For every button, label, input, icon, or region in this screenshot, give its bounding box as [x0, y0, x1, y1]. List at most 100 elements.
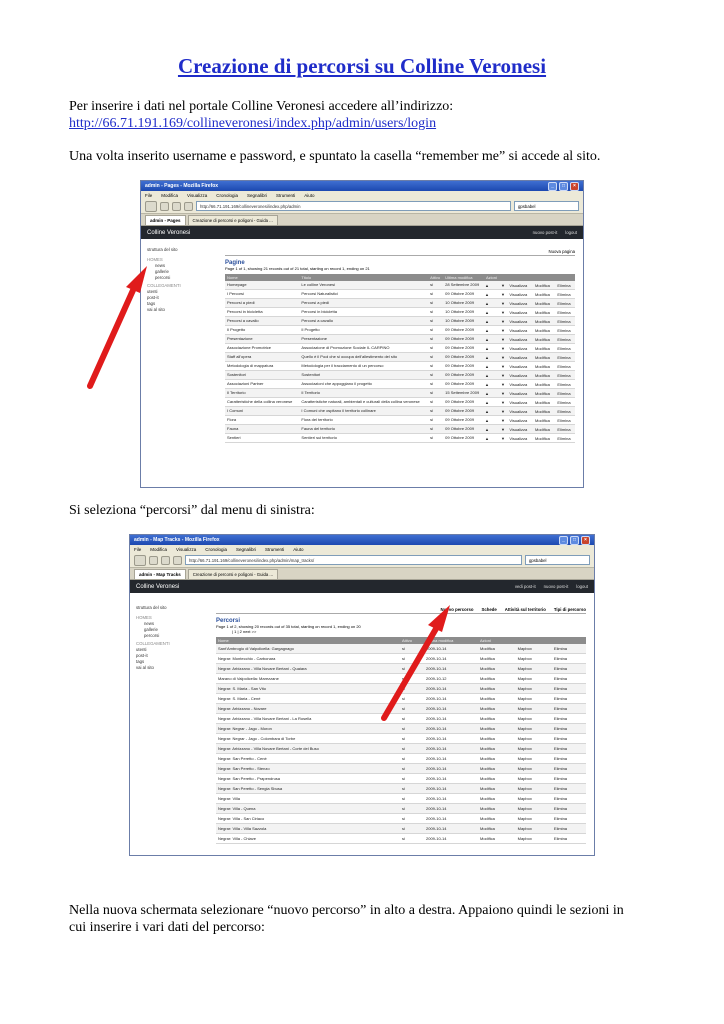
action-edit-link[interactable]: Modifica [478, 753, 516, 764]
action-delete-link[interactable]: Elimina [554, 433, 575, 443]
action-edit-link[interactable]: Modifica [478, 663, 516, 674]
move-up-icon[interactable]: ▲ [483, 388, 500, 398]
url-bar[interactable]: http://66.71.191.169/collineveronesi/ind… [185, 555, 522, 565]
action-delete-link[interactable]: Elimina [551, 783, 586, 794]
forward-icon[interactable] [160, 201, 169, 211]
action-mapbox-link[interactable]: Mapbox [515, 644, 552, 654]
menu-item[interactable]: File [134, 547, 141, 552]
menu-item[interactable]: Aiuto [293, 547, 303, 552]
action-edit-link[interactable]: Modifica [532, 352, 555, 362]
menu-item[interactable]: File [145, 193, 152, 198]
action-delete-link[interactable]: Elimina [551, 793, 586, 804]
move-up-icon[interactable]: ▲ [483, 397, 500, 407]
action-edit-link[interactable]: Modifica [478, 703, 516, 714]
action-view-link[interactable]: Visualizza [506, 334, 532, 344]
action-edit-link[interactable]: Modifica [532, 325, 555, 335]
action-delete-link[interactable]: Elimina [554, 370, 575, 380]
new-postit-link[interactable]: nuovo post-it [544, 584, 569, 589]
action-edit-link[interactable]: Modifica [532, 379, 555, 389]
action-delete-link[interactable]: Elimina [551, 683, 586, 694]
url-bar[interactable]: http://66.71.191.169/collineveronesi/ind… [196, 201, 511, 211]
new-track-link[interactable]: Nuovo percorso [441, 607, 474, 612]
action-edit-link[interactable]: Modifica [532, 424, 555, 434]
action-mapbox-link[interactable]: Mapbox [515, 783, 552, 794]
action-delete-link[interactable]: Elimina [551, 763, 586, 774]
action-delete-link[interactable]: Elimina [551, 713, 586, 724]
action-edit-link[interactable]: Modifica [478, 823, 516, 834]
menu-item[interactable]: Strumenti [265, 547, 284, 552]
action-edit-link[interactable]: Modifica [532, 298, 555, 308]
action-edit-link[interactable]: Modifica [532, 281, 555, 290]
action-delete-link[interactable]: Elimina [551, 663, 586, 674]
minimize-icon[interactable]: _ [559, 535, 568, 545]
action-edit-link[interactable]: Modifica [532, 433, 555, 443]
home-icon[interactable] [184, 201, 193, 211]
action-edit-link[interactable]: Modifica [478, 813, 516, 824]
action-delete-link[interactable]: Elimina [554, 289, 575, 299]
action-delete-link[interactable]: Elimina [551, 733, 586, 744]
action-view-link[interactable]: Visualizza [506, 424, 532, 434]
action-mapbox-link[interactable]: Mapbox [515, 813, 552, 824]
move-up-icon[interactable]: ▲ [483, 361, 500, 371]
activities-link[interactable]: Attività sul territorio [505, 607, 546, 612]
action-edit-link[interactable]: Modifica [478, 733, 516, 744]
action-mapbox-link[interactable]: Mapbox [515, 683, 552, 694]
search-box[interactable]: gpsbabel [514, 201, 579, 211]
menu-item[interactable]: Segnalibri [247, 193, 267, 198]
action-view-link[interactable]: Visualizza [506, 281, 532, 290]
move-up-icon[interactable]: ▲ [483, 343, 500, 353]
action-edit-link[interactable]: Modifica [532, 343, 555, 353]
action-delete-link[interactable]: Elimina [554, 388, 575, 398]
action-edit-link[interactable]: Modifica [478, 793, 516, 804]
action-view-link[interactable]: Visualizza [506, 370, 532, 380]
close-icon[interactable]: × [581, 535, 590, 545]
tab-admin-map-tracks[interactable]: admin - Map Tracks [134, 569, 186, 579]
action-delete-link[interactable]: Elimina [554, 397, 575, 407]
sidebar-item-percorsi[interactable]: percorsi [147, 275, 181, 281]
action-view-link[interactable]: Visualizza [506, 289, 532, 299]
action-mapbox-link[interactable]: Mapbox [515, 733, 552, 744]
sidebar-item-percorsi[interactable]: percorsi [136, 633, 170, 639]
logout-link[interactable]: logout [565, 230, 577, 235]
menu-item[interactable]: Modifica [150, 547, 167, 552]
action-delete-link[interactable]: Elimina [554, 281, 575, 290]
close-icon[interactable]: × [570, 181, 579, 191]
minimize-icon[interactable]: _ [548, 181, 557, 191]
action-delete-link[interactable]: Elimina [551, 703, 586, 714]
maximize-icon[interactable]: □ [559, 181, 568, 191]
action-delete-link[interactable]: Elimina [551, 653, 586, 664]
new-postit-link[interactable]: nuovo post-it [533, 230, 558, 235]
sidebar-item-vai-al-sito[interactable]: vai al sito [136, 665, 170, 671]
action-edit-link[interactable]: Modifica [478, 763, 516, 774]
action-delete-link[interactable]: Elimina [551, 693, 586, 704]
action-edit-link[interactable]: Modifica [532, 307, 555, 317]
menu-item[interactable]: Cronologia [205, 547, 227, 552]
action-view-link[interactable]: Visualizza [506, 325, 532, 335]
action-edit-link[interactable]: Modifica [478, 833, 516, 844]
menu-item[interactable]: Strumenti [276, 193, 295, 198]
action-edit-link[interactable]: Modifica [478, 644, 516, 654]
action-delete-link[interactable]: Elimina [551, 743, 586, 754]
action-delete-link[interactable]: Elimina [551, 803, 586, 814]
action-delete-link[interactable]: Elimina [551, 723, 586, 734]
action-edit-link[interactable]: Modifica [532, 388, 555, 398]
action-delete-link[interactable]: Elimina [554, 307, 575, 317]
action-delete-link[interactable]: Elimina [554, 298, 575, 308]
reload-icon[interactable] [161, 555, 170, 565]
action-mapbox-link[interactable]: Mapbox [515, 713, 552, 724]
action-delete-link[interactable]: Elimina [551, 753, 586, 764]
action-edit-link[interactable]: Modifica [532, 397, 555, 407]
maximize-icon[interactable]: □ [570, 535, 579, 545]
action-edit-link[interactable]: Modifica [478, 713, 516, 724]
move-up-icon[interactable]: ▲ [483, 325, 500, 335]
pager[interactable]: | 1 | 2 next >> [216, 629, 586, 634]
action-mapbox-link[interactable]: Mapbox [515, 663, 552, 674]
action-mapbox-link[interactable]: Mapbox [515, 763, 552, 774]
action-edit-link[interactable]: Modifica [478, 773, 516, 784]
action-view-link[interactable]: Visualizza [506, 397, 532, 407]
move-up-icon[interactable]: ▲ [483, 352, 500, 362]
action-delete-link[interactable]: Elimina [554, 343, 575, 353]
search-box[interactable]: gpsbabel [525, 555, 590, 565]
action-view-link[interactable]: Visualizza [506, 406, 532, 416]
action-edit-link[interactable]: Modifica [532, 289, 555, 299]
